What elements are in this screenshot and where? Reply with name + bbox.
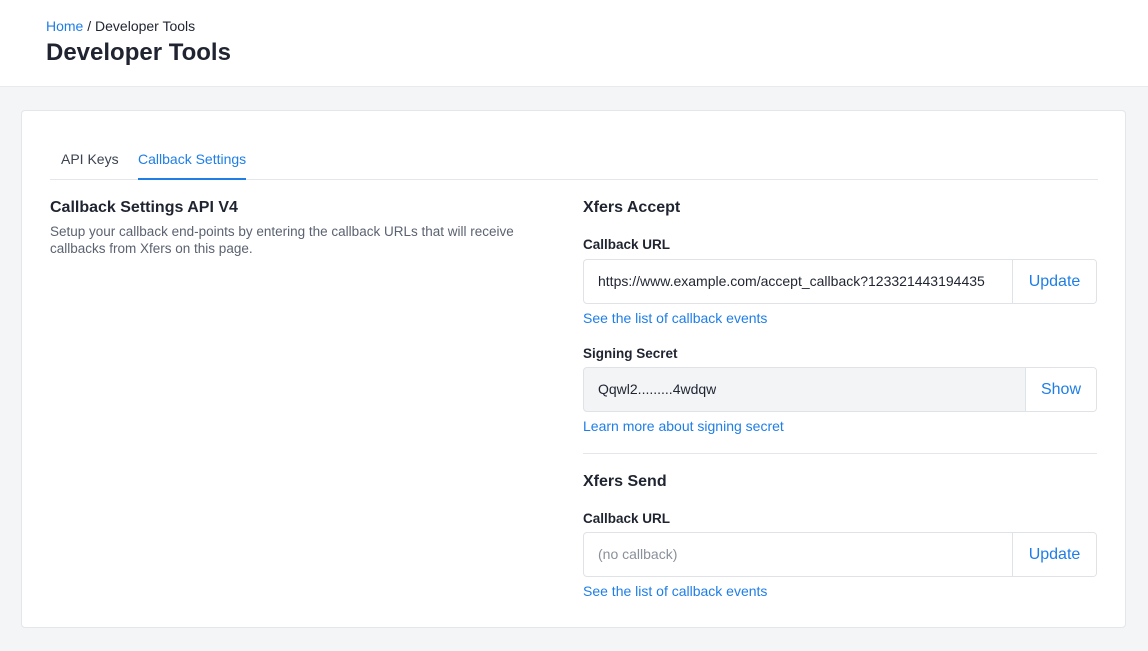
callback-settings-panel: Xfers Accept Callback URL https://www.ex…	[583, 111, 1098, 629]
send-callback-url-label: Callback URL	[583, 511, 671, 526]
xfers-send-title: Xfers Send	[583, 473, 667, 490]
accept-callback-url-label: Callback URL	[583, 237, 671, 252]
xfers-accept-title: Xfers Accept	[583, 199, 681, 216]
accept-update-button[interactable]: Update	[1012, 260, 1096, 303]
breadcrumb: Home / Developer Tools	[46, 18, 195, 34]
section-description: Setup your callback end-points by enteri…	[50, 224, 514, 256]
breadcrumb-home-link[interactable]: Home	[46, 18, 83, 34]
signing-secret-value: Qqwl2.........4wdqw	[598, 381, 717, 397]
signing-secret-help-link[interactable]: Learn more about signing secret	[583, 418, 784, 434]
breadcrumb-separator: /	[83, 18, 96, 34]
signing-secret-field: Qqwl2.........4wdqw Show	[583, 367, 1097, 412]
accept-callback-events-link[interactable]: See the list of callback events	[583, 310, 767, 326]
page-header: Home / Developer Tools Developer Tools	[0, 0, 1148, 87]
tab-callback-settings[interactable]: Callback Settings	[138, 149, 247, 180]
send-callback-events-link[interactable]: See the list of callback events	[583, 583, 767, 599]
section-divider	[583, 453, 1097, 454]
send-callback-url-input[interactable]: (no callback)	[598, 533, 677, 576]
breadcrumb-current: Developer Tools	[95, 18, 196, 34]
page-title: Developer Tools	[46, 39, 231, 66]
send-callback-url-field: (no callback) Update	[583, 532, 1097, 577]
signing-secret-label: Signing Secret	[583, 346, 678, 361]
section-title: Callback Settings API V4	[50, 199, 238, 216]
callback-intro: Callback Settings API V4 Setup your call…	[50, 199, 560, 257]
accept-callback-url-input[interactable]: https://www.example.com/accept_callback?…	[598, 260, 1003, 303]
send-update-button[interactable]: Update	[1012, 533, 1096, 576]
callback-settings-card: API Keys Callback Settings Callback Sett…	[21, 110, 1126, 628]
accept-callback-url-field: https://www.example.com/accept_callback?…	[583, 259, 1097, 304]
tab-api-keys[interactable]: API Keys	[61, 149, 119, 180]
show-secret-button[interactable]: Show	[1025, 368, 1096, 411]
